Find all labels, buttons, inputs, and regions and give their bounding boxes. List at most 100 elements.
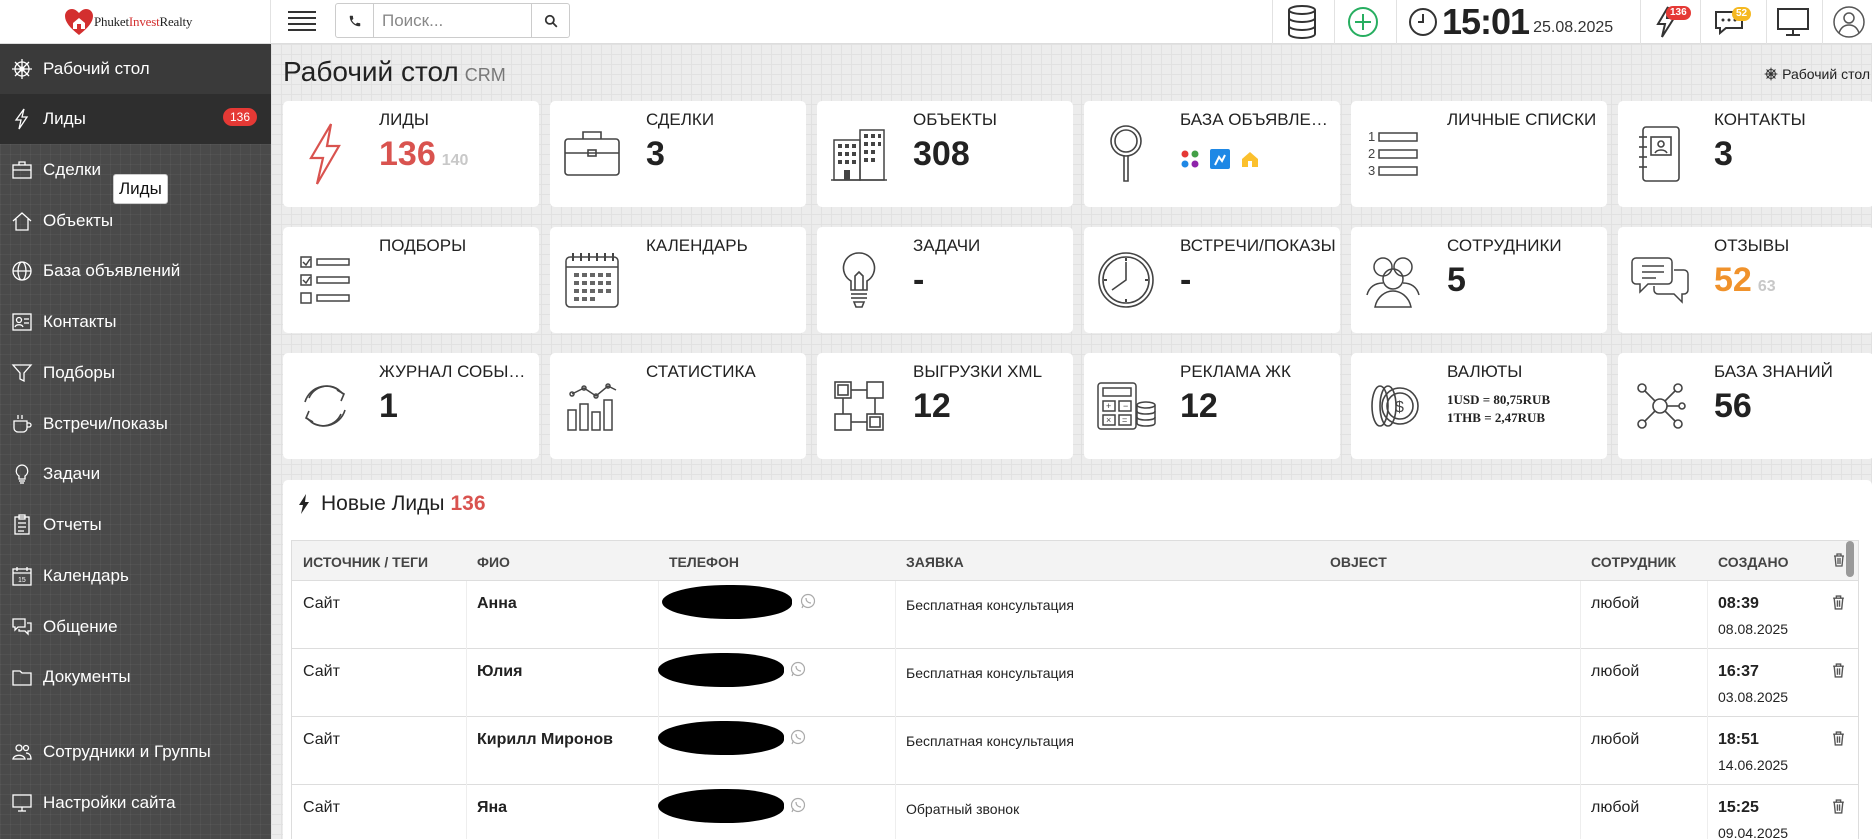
phone-search-button[interactable] bbox=[336, 4, 374, 37]
rate-usd: 1USD = 80,75RUB bbox=[1447, 392, 1551, 407]
clock-icon bbox=[1096, 245, 1156, 315]
sidebar-item-calendar[interactable]: 15 Календарь bbox=[0, 551, 271, 601]
address-book-icon bbox=[1630, 119, 1690, 189]
tile-xml-exports[interactable]: ВЫГРУЗКИ XML 12 bbox=[817, 353, 1073, 459]
redacted-phone bbox=[658, 721, 784, 755]
sidebar-item-employees[interactable]: Сотрудники и Группы bbox=[0, 727, 271, 777]
table-row[interactable]: Сайт Кирилл Миронов Бесплатная консульта… bbox=[292, 717, 1858, 785]
logo-text-1: Phuket bbox=[94, 14, 129, 29]
sidebar-item-leads[interactable]: Лиды 136 bbox=[0, 94, 271, 144]
tile-contacts[interactable]: КОНТАКТЫ 3 bbox=[1618, 101, 1872, 207]
leads-count-badge: 136 bbox=[222, 108, 257, 126]
sidebar-item-dashboard[interactable]: Рабочий стол bbox=[0, 44, 271, 94]
tile-deals[interactable]: СДЕЛКИ 3 bbox=[550, 101, 806, 207]
tile-label: ЛИЧНЫЕ СПИСКИ bbox=[1447, 110, 1597, 129]
col-name[interactable]: ФИО bbox=[477, 554, 510, 570]
tile-employees[interactable]: СОТРУДНИКИ 5 bbox=[1351, 227, 1607, 333]
table-row[interactable]: Сайт Яна Обратный звонок любой 15:25 09.… bbox=[292, 785, 1858, 839]
tile-leads[interactable]: ЛИДЫ 136 140 bbox=[283, 101, 539, 207]
search-input[interactable] bbox=[374, 4, 531, 37]
main-content: Рабочий стол CRM Рабочий стол ЛИДЫ 136 140… bbox=[271, 44, 1872, 839]
trash-icon[interactable] bbox=[1832, 731, 1845, 746]
logo[interactable]: Phuket Invest Realty bbox=[64, 7, 274, 37]
tile-currencies[interactable]: $ ВАЛЮТЫ 1USD = 80,75RUB 1THB = 2,47RUB bbox=[1351, 353, 1607, 459]
messages-button[interactable]: 52 bbox=[1708, 0, 1752, 44]
cell-date: 14.06.2025 bbox=[1718, 757, 1789, 773]
cell-name[interactable]: Юлия bbox=[477, 663, 522, 681]
cell-request: Бесплатная консультация bbox=[906, 665, 1074, 681]
sidebar-item-documents[interactable]: Документы bbox=[0, 652, 271, 702]
add-button[interactable] bbox=[1340, 0, 1386, 44]
tile-objects[interactable]: ОБЪЕКТЫ 308 bbox=[817, 101, 1073, 207]
clipboard-icon bbox=[11, 514, 33, 536]
cell-source: Сайт bbox=[303, 799, 340, 816]
sidebar-item-communication[interactable]: Общение bbox=[0, 602, 271, 652]
whatsapp-icon[interactable] bbox=[800, 593, 816, 609]
tile-statistics[interactable]: СТАТИСТИКА bbox=[550, 353, 806, 459]
current-date: 25.08.2025 bbox=[1533, 19, 1614, 36]
whatsapp-icon[interactable] bbox=[790, 661, 806, 677]
sidebar-item-site-settings[interactable]: Настройки сайта bbox=[0, 778, 271, 828]
panel-header: Новые Лиды 136 bbox=[297, 492, 486, 516]
trash-icon[interactable] bbox=[1832, 663, 1845, 678]
col-employee[interactable]: СОТРУДНИК bbox=[1591, 554, 1676, 570]
tile-personal-lists[interactable]: 1 2 3 ЛИЧНЫЕ СПИСКИ bbox=[1351, 101, 1607, 207]
numbered-list-icon: 1 2 3 bbox=[1363, 119, 1423, 189]
cell-name[interactable]: Кирилл Миронов bbox=[477, 731, 613, 749]
table-row[interactable]: Сайт Юлия Бесплатная консультация любой … bbox=[292, 649, 1858, 717]
tile-meetings[interactable]: ВСТРЕЧИ/ПОКАЗЫ - bbox=[1084, 227, 1340, 333]
sidebar-item-selections[interactable]: Подборы bbox=[0, 348, 271, 398]
sidebar-item-label: Календарь bbox=[43, 566, 129, 585]
whatsapp-icon[interactable] bbox=[790, 797, 806, 813]
trash-header-icon[interactable] bbox=[1833, 553, 1845, 567]
yellow-house-icon bbox=[1242, 152, 1258, 167]
col-object[interactable]: OBJECT bbox=[1330, 554, 1387, 570]
table-row[interactable]: Сайт Анна Бесплатная консультация любой … bbox=[292, 581, 1858, 649]
redacted-phone bbox=[662, 585, 792, 619]
sidebar-item-tasks[interactable]: Задачи bbox=[0, 449, 271, 499]
briefcase-icon bbox=[562, 119, 622, 189]
search-button[interactable] bbox=[531, 4, 569, 37]
screen-button[interactable] bbox=[1770, 0, 1816, 44]
tile-tasks[interactable]: ЗАДАЧИ - bbox=[817, 227, 1073, 333]
col-request[interactable]: ЗАЯВКА bbox=[906, 554, 964, 570]
database-button[interactable] bbox=[1276, 0, 1328, 44]
tile-event-log[interactable]: ЖУРНАЛ СОБЫТИЙ 1 bbox=[283, 353, 539, 459]
whatsapp-icon[interactable] bbox=[790, 729, 806, 745]
breadcrumb[interactable]: Рабочий стол bbox=[1764, 66, 1870, 82]
sidebar-item-reports[interactable]: Отчеты bbox=[0, 500, 271, 550]
cell-name[interactable]: Яна bbox=[477, 799, 507, 817]
clock-icon bbox=[1409, 8, 1437, 36]
monitor-icon bbox=[1777, 8, 1809, 36]
user-menu-button[interactable] bbox=[1828, 0, 1870, 44]
sidebar-item-meetings[interactable]: Встречи/показы bbox=[0, 399, 271, 449]
scrollbar[interactable] bbox=[1846, 541, 1854, 577]
leads-notification-button[interactable]: 136 bbox=[1646, 0, 1691, 44]
cell-employee: любой bbox=[1591, 731, 1640, 748]
menu-toggle-button[interactable] bbox=[284, 6, 320, 36]
sidebar-item-contacts[interactable]: Контакты bbox=[0, 297, 271, 347]
tile-listings-base[interactable]: БАЗА ОБЪЯВЛЕНИЙ bbox=[1084, 101, 1340, 207]
sidebar: Рабочий стол Лиды 136 Сделки Объекты Баз… bbox=[0, 44, 271, 839]
sidebar-item-label: Настройки сайта bbox=[43, 793, 176, 812]
tile-knowledge-base[interactable]: БАЗА ЗНАНИЙ 56 bbox=[1618, 353, 1872, 459]
leads-badge: 136 bbox=[1666, 6, 1691, 20]
coins-icon: $ bbox=[1363, 371, 1423, 441]
cell-date: 09.04.2025 bbox=[1718, 825, 1789, 839]
cell-time: 18:51 bbox=[1718, 731, 1759, 748]
tile-selections[interactable]: ПОДБОРЫ bbox=[283, 227, 539, 333]
tile-reviews[interactable]: ОТЗЫВЫ 52 63 bbox=[1618, 227, 1872, 333]
tile-label: КАЛЕНДАРЬ bbox=[646, 236, 748, 255]
col-source[interactable]: ИСТОЧНИК / ТЕГИ bbox=[303, 554, 428, 570]
tile-complex-ads[interactable]: + − × = РЕКЛАМА ЖК 12 bbox=[1084, 353, 1340, 459]
cell-employee: любой bbox=[1591, 595, 1640, 612]
tile-label: ВЫГРУЗКИ XML bbox=[913, 362, 1043, 381]
sidebar-item-listings[interactable]: База объявлений bbox=[0, 246, 271, 296]
bolt-icon bbox=[11, 108, 33, 130]
col-created[interactable]: СОЗДАНО bbox=[1718, 554, 1789, 570]
cell-name[interactable]: Анна bbox=[477, 595, 517, 613]
trash-icon[interactable] bbox=[1832, 595, 1845, 610]
trash-icon[interactable] bbox=[1832, 799, 1845, 814]
tile-calendar[interactable]: КАЛЕНДАРЬ bbox=[550, 227, 806, 333]
col-phone[interactable]: ТЕЛЕФОН bbox=[669, 554, 739, 570]
